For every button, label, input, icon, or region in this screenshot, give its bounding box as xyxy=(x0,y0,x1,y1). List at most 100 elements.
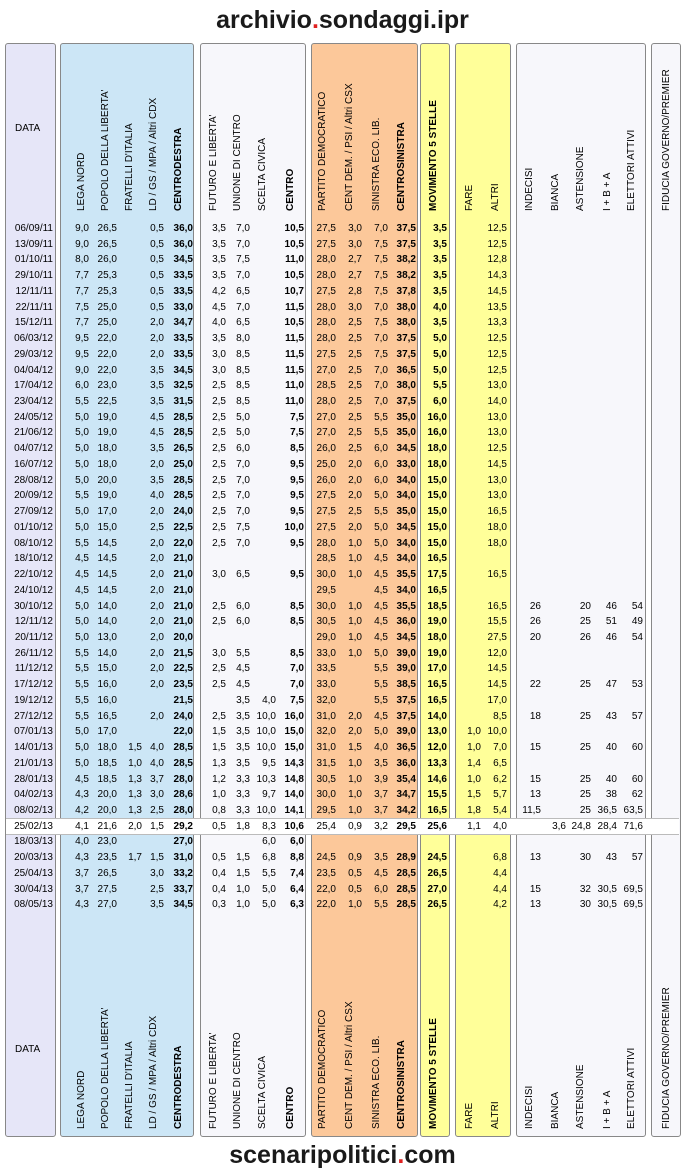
cell-sel: 5,5 xyxy=(374,412,388,423)
cell-m5s: 18,0 xyxy=(427,459,447,470)
cell-pdl: 14,5 xyxy=(97,569,117,580)
cell-ld: 0,5 xyxy=(150,286,164,297)
cell-cen: 7,5 xyxy=(290,427,304,438)
cell-ind: 13 xyxy=(529,899,541,910)
cell-pdl: 22,0 xyxy=(97,333,117,344)
cell-fdi xyxy=(124,614,142,629)
row-date: 28/01/13 xyxy=(14,774,53,785)
cell-csx: 39,0 xyxy=(396,648,416,659)
cell-fdi: 1,7 xyxy=(128,852,142,863)
cell-m5s: 6,0 xyxy=(433,396,447,407)
header-centrodestra: CENTRODESTRA xyxy=(173,127,184,211)
cell-csx: 37,8 xyxy=(396,286,416,297)
cell-ind: 22 xyxy=(529,679,541,690)
cell-sc xyxy=(254,583,276,598)
cell-fli xyxy=(208,551,226,566)
cell-ast: 25 xyxy=(579,742,591,753)
cell-fdi xyxy=(124,347,142,362)
cell-ind: 13 xyxy=(529,852,541,863)
cell-udc xyxy=(232,551,250,566)
cell-ln: 7,7 xyxy=(75,317,89,328)
cell-ld: 0,5 xyxy=(150,302,164,313)
cell-fli: 2,5 xyxy=(212,443,226,454)
cell-ind xyxy=(513,866,541,881)
cell-ast: 25 xyxy=(579,711,591,722)
cell-udc: 8,5 xyxy=(236,396,250,407)
row-date: 30/10/12 xyxy=(14,601,53,612)
cell-iba: 43 xyxy=(605,852,617,863)
cell-fare xyxy=(461,300,481,315)
cell-cd: 1,0 xyxy=(348,632,362,643)
cell-fli: 2,5 xyxy=(212,490,226,501)
cell-ld: 3,5 xyxy=(150,365,164,376)
cell-pd: 29,5 xyxy=(316,805,336,816)
cell-alt: 14,5 xyxy=(487,459,507,470)
cell-pd: 31,0 xyxy=(316,742,336,753)
cell-cdx: 28,5 xyxy=(173,490,193,501)
cell-iba xyxy=(593,756,617,771)
cell-pd: 33,0 xyxy=(316,679,336,690)
cell-ln: 5,0 xyxy=(75,412,89,423)
row-date: 22/11/11 xyxy=(15,302,53,313)
cell-sel: 3,5 xyxy=(374,758,388,769)
cell-cd: 2,0 xyxy=(348,726,362,737)
cell-csx: 35,5 xyxy=(396,569,416,580)
cell-fdi xyxy=(124,567,142,582)
cell-csx: 37,5 xyxy=(396,396,416,407)
cell-bia xyxy=(544,473,566,488)
cell-pd: 31,5 xyxy=(316,758,336,769)
cell-bia xyxy=(544,646,566,661)
cell-ele xyxy=(619,567,643,582)
cell-ld: 4,0 xyxy=(150,758,164,769)
header-altri: ALTRI xyxy=(490,1101,501,1129)
cell-ele: 49 xyxy=(631,616,643,627)
cell-ind xyxy=(513,520,541,535)
cell-pd: 23,5 xyxy=(316,868,336,879)
cell-fli: 2,5 xyxy=(212,663,226,674)
cell-ele xyxy=(619,237,643,252)
cell-sel: 5,5 xyxy=(374,899,388,910)
cell-udc: 7,0 xyxy=(236,302,250,313)
cell-sel: 4,5 xyxy=(374,868,388,879)
cell-csx: 36,5 xyxy=(396,365,416,376)
cell-sel: 7,0 xyxy=(374,380,388,391)
cell-cdx: 36,0 xyxy=(173,223,193,234)
cell-udc: 7,0 xyxy=(236,490,250,501)
cell-ind xyxy=(513,724,541,739)
cell-pdl: 26,0 xyxy=(97,254,117,265)
cell-bia xyxy=(544,677,566,692)
cell-iba xyxy=(593,457,617,472)
cell-iba xyxy=(593,504,617,519)
cell-sel: 4,5 xyxy=(374,601,388,612)
cell-fli: 2,5 xyxy=(212,711,226,722)
cell-pdl: 17,0 xyxy=(97,506,117,517)
cell-cd: 3,0 xyxy=(348,223,362,234)
cell-ast xyxy=(565,724,591,739)
cell-cen: 11,0 xyxy=(285,254,304,265)
cell-cdx: 25,0 xyxy=(173,459,193,470)
cell-pd: 27,5 xyxy=(316,286,336,297)
cell-alt: 18,0 xyxy=(487,522,507,533)
cell-ln: 5,5 xyxy=(75,648,89,659)
cell-cdx: 21,0 xyxy=(173,569,193,580)
cell-csx: 37,5 xyxy=(396,349,416,360)
cell-pd: 31,0 xyxy=(316,711,336,722)
cell-fli: 1,3 xyxy=(212,758,226,769)
cell-fare: 1,5 xyxy=(467,789,481,800)
cell-pdl: 18,5 xyxy=(97,774,117,785)
cell-ele: 57 xyxy=(631,852,643,863)
cell-pd: 27,5 xyxy=(316,522,336,533)
cell-cd: 1,0 xyxy=(348,899,362,910)
cell-cen: 8,5 xyxy=(290,601,304,612)
cell-ln: 4,2 xyxy=(75,805,89,816)
cell-iba: 46 xyxy=(605,632,617,643)
cell-bia xyxy=(544,834,566,849)
row-date: 29/10/11 xyxy=(14,270,53,281)
cell-alt: 6,5 xyxy=(493,758,507,769)
cell-sel: 7,5 xyxy=(374,286,388,297)
cell-ele: 60 xyxy=(631,774,643,785)
cell-sel: 6,0 xyxy=(374,443,388,454)
cell-m5s: 16,5 xyxy=(427,553,447,564)
cell-ln: 9,0 xyxy=(75,365,89,376)
cell-fdi xyxy=(124,331,142,346)
